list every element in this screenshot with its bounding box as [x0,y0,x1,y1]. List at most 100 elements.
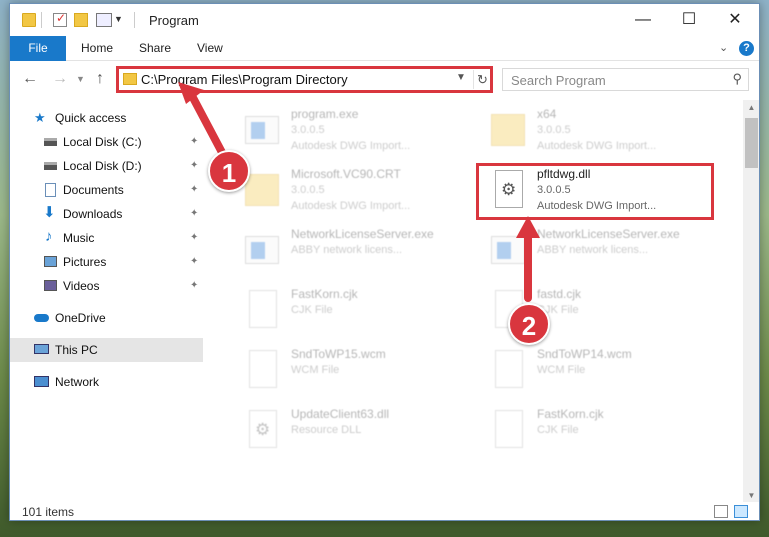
tab-home[interactable]: Home [81,36,113,61]
file-name: FastKorn.cjk [291,287,358,301]
file-item[interactable]: SndToWP14.wcm WCM File [487,344,727,402]
file-item[interactable]: SndToWP15.wcm WCM File [241,344,481,402]
window-title: Program [149,13,199,28]
file-type: Resource DLL [291,424,362,436]
file-name: NetworkLicenseServer.exe [291,227,434,241]
sidebar-item-documents[interactable]: Documents ✦ [10,178,203,202]
file-type: Autodesk DWG Import... [537,200,657,212]
file-item[interactable]: FastKorn.cjk CJK File [241,284,481,342]
close-button[interactable]: ✕ [712,4,758,36]
sidebar-item-this-pc[interactable]: This PC [10,338,203,362]
file-name: FastKorn.cjk [537,407,604,421]
sidebar-item-network[interactable]: Network [10,370,203,394]
file-name: SndToWP14.wcm [537,347,632,361]
navigation-pane: ★ Quick access Local Disk (C:) ✦ Local D… [10,100,203,504]
search-icon[interactable]: ⚲ [732,71,742,87]
file-type: CJK File [291,304,333,316]
sidebar-item-onedrive[interactable]: OneDrive [10,306,203,330]
search-input[interactable]: Search Program ⚲ [502,68,749,91]
sidebar-item-music[interactable]: ♪ Music ✦ [10,226,203,250]
file-type: Autodesk DWG Import... [537,140,657,152]
back-arrow-icon[interactable]: ← [22,70,38,88]
pictures-icon [44,256,57,267]
refresh-icon[interactable]: ↻ [473,70,491,89]
step-1-badge: 1 [208,150,250,192]
sidebar-item-label: Network [55,375,100,389]
step-2-badge: 2 [508,303,550,345]
scrollbar-thumb[interactable] [745,118,758,168]
tab-view[interactable]: View [197,36,223,61]
sidebar-item-local-disk-d[interactable]: Local Disk (D:) ✦ [10,154,203,178]
divider [41,12,42,28]
documents-icon [45,183,56,197]
file-name: UpdateClient63.dll [291,407,390,421]
file-type: WCM File [291,364,340,376]
file-item[interactable]: program.exe 3.0.0.5 Autodesk DWG Import.… [241,104,481,162]
address-bar[interactable]: C:\Program Files\Program Directory ▼ ↻ [117,68,491,91]
sidebar-item-label: Local Disk (C:) [63,135,142,149]
quick-access-toolbar-icon[interactable] [96,13,112,27]
file-name: program.exe [291,107,359,121]
help-icon[interactable]: ? [739,41,754,56]
file-name: NetworkLicenseServer.exe [537,227,680,241]
file-item-pfltdwg-dll[interactable]: pfltdwg.dll 3.0.0.5 Autodesk DWG Import.… [487,164,727,222]
sidebar-item-label: Videos [63,279,100,293]
file-item[interactable]: NetworkLicenseServer.exe ABBY network li… [487,224,727,282]
sidebar-item-label: Quick access [55,111,127,125]
up-arrow-icon[interactable]: ↑ [96,70,104,88]
download-icon: ⬇ [43,204,56,221]
pin-icon[interactable]: ✦ [190,130,198,154]
computer-icon [34,344,49,354]
tab-file[interactable]: File [10,36,66,61]
new-folder-icon[interactable] [74,13,88,27]
folder-icon[interactable] [22,13,36,27]
drive-icon [44,162,57,170]
pin-icon[interactable]: ✦ [190,250,198,274]
expand-ribbon-icon[interactable]: ⌄ [719,41,728,54]
large-icons-view-icon[interactable] [734,505,748,518]
properties-check-icon[interactable] [53,11,67,27]
chevron-down-icon[interactable]: ▼ [456,72,466,83]
sidebar-item-quick-access[interactable]: ★ Quick access [10,106,203,130]
pin-icon[interactable]: ✦ [190,202,198,226]
scroll-up-icon[interactable]: ▲ [743,100,759,116]
sidebar-item-downloads[interactable]: ⬇ Downloads ✦ [10,202,203,226]
file-name: SndToWP15.wcm [291,347,386,361]
forward-arrow-icon[interactable]: → [52,70,68,88]
music-icon: ♪ [45,228,53,245]
navigation-bar: ← → ▼ ↑ C:\Program Files\Program Directo… [10,61,759,97]
chevron-down-icon[interactable]: ▼ [114,14,123,24]
folder-item[interactable]: Microsoft.VC90.CRT 3.0.0.5 Autodesk DWG … [241,164,481,222]
sidebar-item-pictures[interactable]: Pictures ✦ [10,250,203,274]
sidebar-item-label: Documents [63,183,124,197]
exe-icon [487,228,527,272]
divider [134,12,135,28]
recent-locations-chevron-icon[interactable]: ▼ [76,74,85,84]
videos-icon [44,280,57,291]
details-view-icon[interactable] [714,505,728,518]
sidebar-item-videos[interactable]: Videos ✦ [10,274,203,298]
ribbon: File Home Share View ⌄ ? [10,36,759,61]
maximize-button[interactable]: ☐ [666,4,712,36]
tab-share[interactable]: Share [139,36,171,61]
pin-icon[interactable]: ✦ [190,226,198,250]
minimize-button[interactable]: — [620,4,666,36]
pin-icon[interactable]: ✦ [190,274,198,298]
folder-item[interactable]: x64 3.0.0.5 Autodesk DWG Import... [487,104,727,162]
vertical-scrollbar[interactable]: ▲ ▼ [743,100,759,504]
status-bar: 101 items [10,502,759,520]
sidebar-item-label: Pictures [63,255,107,269]
network-icon [34,376,49,387]
file-item[interactable]: UpdateClient63.dll Resource DLL [241,404,481,462]
file-item[interactable]: FastKorn.cjk CJK File [487,404,727,462]
sidebar-item-label: Music [63,231,95,245]
sidebar-item-local-disk-c[interactable]: Local Disk (C:) ✦ [10,130,203,154]
exe-icon [241,108,281,152]
pin-icon[interactable]: ✦ [190,178,198,202]
sidebar-item-label: This PC [55,343,98,357]
file-item[interactable]: NetworkLicenseServer.exe ABBY network li… [241,224,481,282]
address-path[interactable]: C:\Program Files\Program Directory [141,72,348,87]
dll-icon [241,408,281,452]
title-bar: ▼ Program — ☐ ✕ [10,4,759,36]
pin-icon[interactable]: ✦ [190,154,198,178]
